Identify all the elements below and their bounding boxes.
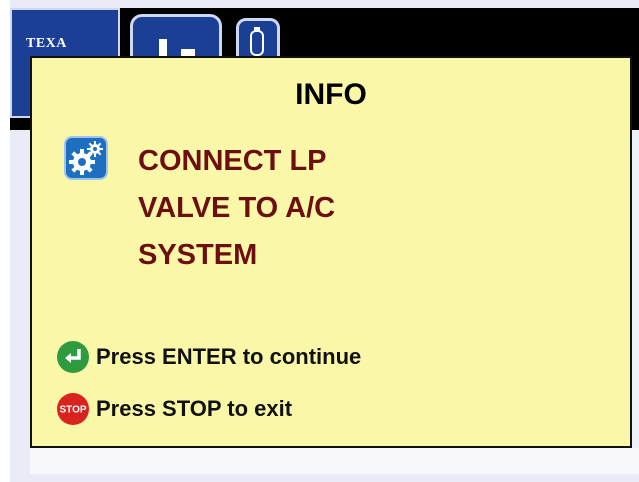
message-line: SYSTEM	[138, 239, 258, 271]
bottom-strip	[30, 448, 639, 474]
enter-action[interactable]: Press ENTER to continue	[56, 340, 361, 374]
info-dialog: INFO CONNECT LP VALVE TO A/C SYSTEM Pres…	[30, 56, 632, 448]
dialog-title: INFO	[295, 78, 367, 111]
stop-action-label: Press STOP to exit	[96, 396, 293, 421]
stop-action[interactable]: STOP Press STOP to exit	[56, 392, 292, 426]
stop-icon[interactable]: STOP	[56, 392, 90, 426]
enter-icon[interactable]	[56, 340, 90, 374]
svg-text:STOP: STOP	[59, 405, 86, 416]
texa-logo: TEXA	[26, 36, 67, 51]
message-line: VALVE TO A/C	[138, 192, 336, 224]
message-line: CONNECT LP	[138, 145, 327, 177]
enter-action-label: Press ENTER to continue	[96, 344, 362, 369]
gear-icon	[64, 136, 108, 180]
dialog-message: CONNECT LP VALVE TO A/C SYSTEM	[138, 138, 598, 279]
